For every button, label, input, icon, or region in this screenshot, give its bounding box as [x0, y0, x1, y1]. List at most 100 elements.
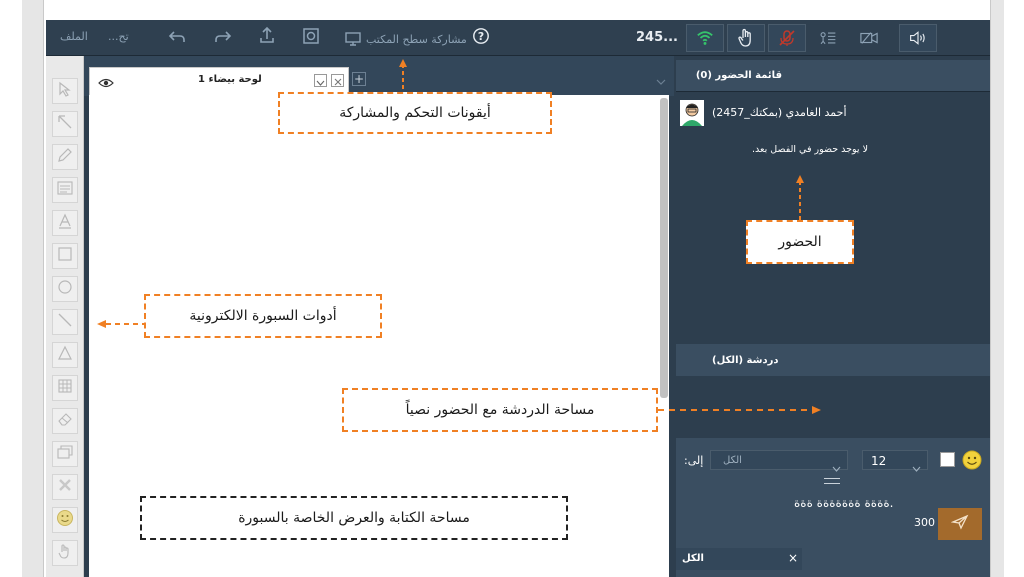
- callout-writing-area: مساحة الكتابة والعرض الخاصة بالسبورة: [140, 496, 568, 540]
- attendance-list: (أحمد الغامدي (بمكتك_2457 .لا يوجد حضور …: [676, 92, 990, 344]
- resize-handle[interactable]: [824, 478, 840, 484]
- chat-char-count: 300: [914, 516, 935, 529]
- camera-icon: [860, 29, 878, 47]
- record-button[interactable]: [302, 27, 320, 45]
- text-tool[interactable]: [52, 177, 78, 203]
- whiteboard-tools-strip: [46, 56, 84, 577]
- tab-close-button[interactable]: [331, 74, 344, 87]
- chat-bottom-tab[interactable]: الكل ×: [676, 548, 802, 570]
- eraser-tool[interactable]: [52, 408, 78, 434]
- chevron-down-icon: [656, 70, 666, 89]
- table-tool[interactable]: [52, 375, 78, 401]
- undo-icon: [168, 28, 186, 46]
- clear-page-tool[interactable]: [52, 441, 78, 467]
- hand-pointer-icon: [57, 543, 73, 563]
- raise-hand-button[interactable]: [727, 24, 765, 52]
- undo-button[interactable]: [168, 28, 186, 46]
- chat-recipient-select[interactable]: الكل: [710, 450, 848, 472]
- share-desktop-label: مشاركة سطح المكتب: [366, 32, 467, 46]
- hand-icon: [737, 28, 755, 47]
- smiley-icon[interactable]: [962, 450, 982, 474]
- text-lines-icon: [57, 180, 73, 200]
- attendance-user-row[interactable]: (أحمد الغامدي (بمكتك_2457: [680, 98, 984, 128]
- eye-icon[interactable]: [98, 74, 114, 93]
- arrow-tool[interactable]: [52, 111, 78, 137]
- callout-arrow-chat: [658, 400, 822, 414]
- delete-tool[interactable]: [52, 474, 78, 500]
- chat-tab-close-button[interactable]: ×: [788, 551, 798, 565]
- tabs-menu-button[interactable]: [654, 72, 668, 86]
- screenshot-frame-left: [22, 0, 44, 577]
- upload-button[interactable]: [258, 26, 276, 44]
- more-menu[interactable]: ...تح: [108, 30, 129, 43]
- record-icon: [302, 27, 320, 45]
- chevron-down-icon: [316, 71, 325, 90]
- participants-list-button[interactable]: [809, 24, 847, 52]
- grid-icon: [57, 378, 73, 398]
- callout-chat: مساحة الدردشة مع الحضور نصياً: [342, 388, 658, 432]
- microphone-button[interactable]: [768, 24, 806, 52]
- arrow-icon: [57, 114, 73, 134]
- select-tool[interactable]: [52, 78, 78, 104]
- attendance-empty-message: .لا يوجد حضور في الفصل بعد: [752, 144, 869, 155]
- whiteboard-tab-label: لوحة بيضاء 1: [198, 74, 262, 85]
- chevron-down-icon: [912, 457, 921, 476]
- send-button[interactable]: [938, 508, 982, 540]
- share-desktop-button[interactable]: مشاركة سطح المكتب: [344, 30, 467, 48]
- svg-text:?: ?: [478, 30, 484, 43]
- chat-header: دردشة (الكل): [676, 344, 990, 376]
- attendance-header: قائمة الحضور (0): [676, 60, 990, 92]
- circle-icon: [57, 279, 73, 299]
- close-icon: [334, 71, 342, 90]
- rectangle-tool[interactable]: [52, 243, 78, 269]
- pen-icon: [57, 147, 73, 167]
- wifi-icon: [696, 29, 714, 47]
- attendance-title: قائمة الحضور (0): [695, 70, 782, 81]
- add-tab-button[interactable]: +: [352, 72, 366, 86]
- redo-button[interactable]: [214, 28, 232, 46]
- help-icon: ?: [472, 27, 490, 45]
- screenshot-frame-right: [990, 0, 1004, 577]
- file-menu[interactable]: الملف: [60, 30, 88, 43]
- speaker-button[interactable]: [899, 24, 937, 52]
- callout-arrow-controls: [399, 58, 407, 96]
- line-tool[interactable]: [52, 309, 78, 335]
- smiley-icon: [56, 509, 74, 531]
- pen-tool[interactable]: [52, 144, 78, 170]
- emoji-tool[interactable]: [52, 507, 78, 533]
- help-button[interactable]: ?: [472, 27, 490, 45]
- callout-controls: أيقونات التحكم والمشاركة: [278, 92, 552, 134]
- square-icon: [57, 246, 73, 266]
- chat-recipient-value: الكل: [723, 455, 742, 466]
- camera-button[interactable]: [850, 24, 888, 52]
- pointer-hand-tool[interactable]: [52, 540, 78, 566]
- font-tool[interactable]: [52, 210, 78, 236]
- callout-arrow-tools: [96, 314, 144, 328]
- circle-tool[interactable]: [52, 276, 78, 302]
- mic-off-icon: [778, 29, 796, 47]
- connection-status-button[interactable]: [686, 24, 724, 52]
- eraser-icon: [57, 411, 73, 431]
- virtual-classroom-app: الملف ...تح مشاركة سطح المكتب ? 245... ل…: [46, 20, 990, 577]
- redo-icon: [214, 28, 232, 46]
- line-icon: [57, 312, 73, 332]
- chat-compose-area: إلى: الكل 12 ةةةة ةةةةةةة ةةة. 300 الكل …: [676, 438, 990, 577]
- letter-a-icon: [57, 213, 73, 233]
- triangle-tool[interactable]: [52, 342, 78, 368]
- triangle-icon: [57, 345, 73, 365]
- cursor-icon: [57, 81, 73, 101]
- chevron-down-icon: [832, 457, 841, 476]
- attendance-user-name: (أحمد الغامدي (بمكتك_2457: [712, 106, 847, 119]
- tab-dropdown-button[interactable]: [314, 74, 327, 87]
- chat-color-box[interactable]: [940, 452, 955, 467]
- chat-font-size-value: 12: [871, 454, 887, 468]
- monitor-icon: [344, 30, 362, 48]
- chat-message-input[interactable]: ةةةة ةةةةةةة ةةة.: [794, 496, 893, 510]
- top-toolbar: الملف ...تح مشاركة سطح المكتب ? 245...: [46, 20, 990, 56]
- whiteboard-scrollbar[interactable]: [660, 98, 668, 398]
- whiteboard-tab[interactable]: لوحة بيضاء 1: [89, 67, 349, 95]
- upload-icon: [258, 26, 276, 44]
- pages-icon: [57, 444, 73, 464]
- more-menu-label: ...تح: [108, 30, 129, 43]
- chat-font-size-select[interactable]: 12: [862, 450, 928, 472]
